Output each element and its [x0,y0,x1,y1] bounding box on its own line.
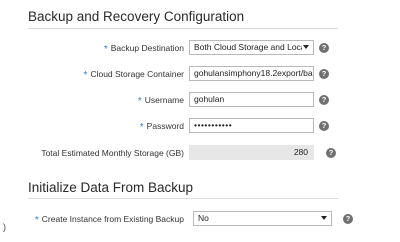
help-icon[interactable]: ? [326,148,336,158]
create-instance-select[interactable]: No [193,211,332,226]
username-label: * Username [137,95,184,107]
help-icon[interactable]: ? [319,69,329,79]
cloud-storage-container-label: * Cloud Storage Container [83,69,184,81]
backup-section-title: Backup and Recovery Configuration [28,9,245,24]
backup-destination-label: * Backup Destination [103,43,184,55]
left-edge-glyph: ) [3,222,6,232]
backup-destination-select[interactable]: Both Cloud Storage and Loca [189,40,314,55]
help-icon[interactable]: ? [319,121,329,131]
required-asterisk: * [139,122,144,133]
chevron-down-icon [303,45,309,49]
username-input[interactable]: gohulan [189,92,314,107]
total-storage-value: 280 [189,145,314,160]
chevron-down-icon [321,216,327,220]
create-instance-label: * Create Instance from Existing Backup [34,214,184,226]
required-asterisk: * [103,44,108,55]
help-icon[interactable]: ? [343,214,353,224]
password-input[interactable]: ••••••••••• [189,118,314,133]
required-asterisk: * [137,96,142,107]
initialize-section-title: Initialize Data From Backup [28,180,194,195]
help-icon[interactable]: ? [319,95,329,105]
required-asterisk: * [34,215,39,226]
password-label: * Password [139,121,184,133]
required-asterisk: * [83,70,88,81]
total-storage-label: Total Estimated Monthly Storage (GB) [41,148,184,158]
backup-section-divider [28,28,338,29]
initialize-section-divider [28,198,338,199]
cloud-storage-container-input[interactable]: gohulansimphony18.2export/bac [189,66,314,81]
help-icon[interactable]: ? [319,43,329,53]
